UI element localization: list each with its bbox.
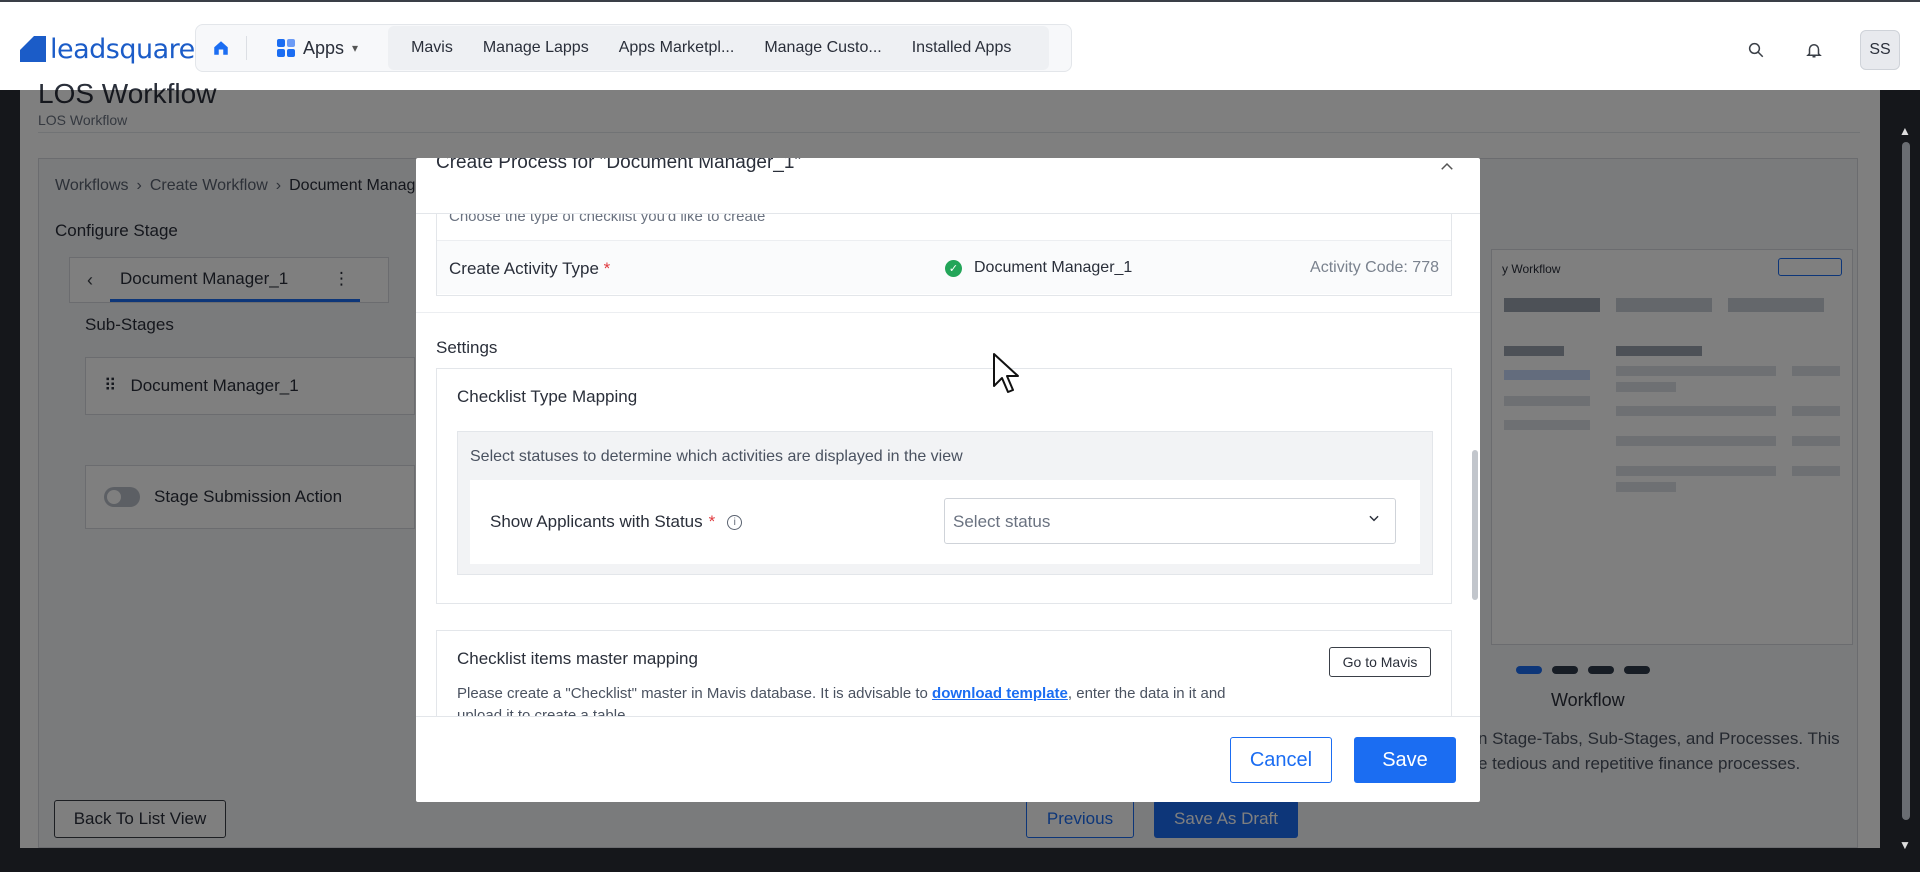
- activity-type-name: Document Manager_1: [974, 259, 1133, 276]
- status-mapping-note: Select statuses to determine which activ…: [470, 448, 963, 465]
- create-process-modal: Create Process for "Document Manager_1" …: [416, 158, 1480, 802]
- activity-code: Activity Code: 778: [1310, 259, 1439, 276]
- checklist-type-mapping-card: Checklist Type Mapping Select statuses t…: [436, 368, 1452, 604]
- info-icon[interactable]: i: [727, 514, 743, 530]
- checklist-type-card: Choose the type of checklist you'd like …: [436, 214, 1452, 296]
- apps-grid-icon: [277, 39, 295, 57]
- show-applicants-field: Show Applicants with Status * i Select st…: [470, 480, 1420, 564]
- logo-mark-icon: [20, 36, 46, 62]
- chevron-up-icon[interactable]: [1438, 158, 1456, 181]
- show-applicants-label: Show Applicants with Status * i: [490, 512, 743, 532]
- tab-apps-marketplace[interactable]: Apps Marketpl...: [604, 39, 750, 57]
- status-select-placeholder: Select status: [953, 512, 1051, 531]
- user-avatar[interactable]: SS: [1860, 30, 1900, 70]
- activity-type-row: Create Activity Type * ✓ Document Manage…: [437, 240, 1451, 294]
- tab-mavis[interactable]: Mavis: [396, 39, 468, 57]
- app-tabs: Mavis Manage Lapps Apps Marketpl... Mana…: [388, 26, 1050, 70]
- section-divider: [416, 312, 1480, 313]
- check-circle-icon: ✓: [945, 259, 962, 277]
- logo-text: leadsquared: [50, 33, 212, 65]
- top-actions: SS: [1744, 30, 1900, 70]
- activity-type-value: ✓ Document Manager_1: [945, 259, 1132, 277]
- modal-header: Create Process for "Document Manager_1": [416, 158, 1480, 214]
- search-icon[interactable]: [1744, 38, 1768, 62]
- activity-type-label: Create Activity Type *: [449, 259, 611, 278]
- page-scrollbar[interactable]: ▲ ▼: [1898, 124, 1914, 852]
- apps-label: Apps: [303, 37, 345, 58]
- mouse-cursor-icon: [993, 353, 1019, 393]
- app-navigation: Apps ▾ Mavis Manage Lapps Apps Marketpl.…: [195, 24, 1072, 72]
- modal-scrollbar[interactable]: [1472, 450, 1478, 600]
- bell-icon[interactable]: [1802, 38, 1826, 62]
- checklist-type-hint: Choose the type of checklist you'd like …: [449, 214, 766, 225]
- status-select[interactable]: Select status: [944, 498, 1396, 544]
- tab-manage-custom[interactable]: Manage Custo...: [749, 39, 896, 57]
- scroll-down-icon[interactable]: ▼: [1899, 838, 1911, 852]
- master-mapping-title: Checklist items master mapping: [457, 649, 698, 668]
- top-navigation-bar: leadsquared Apps ▾ Mavis Manage Lapps Ap…: [0, 0, 1920, 90]
- save-button[interactable]: Save: [1354, 737, 1456, 783]
- settings-heading: Settings: [436, 338, 498, 357]
- status-mapping-panel: Select statuses to determine which activ…: [457, 431, 1433, 575]
- chevron-down-icon: ▾: [352, 41, 359, 55]
- scroll-up-icon[interactable]: ▲: [1899, 124, 1911, 138]
- tab-manage-lapps[interactable]: Manage Lapps: [468, 39, 604, 57]
- apps-menu-button[interactable]: Apps ▾: [247, 25, 372, 71]
- go-to-mavis-button[interactable]: Go to Mavis: [1329, 647, 1431, 677]
- leadsquared-logo[interactable]: leadsquared: [20, 33, 212, 65]
- checklist-type-mapping-title: Checklist Type Mapping: [457, 387, 638, 406]
- scrollbar-thumb[interactable]: [1902, 142, 1910, 820]
- cancel-button[interactable]: Cancel: [1230, 737, 1332, 783]
- modal-title: Create Process for "Document Manager_1": [436, 158, 802, 173]
- checklist-master-mapping-card: Checklist items master mapping Go to Mav…: [436, 630, 1452, 716]
- master-mapping-description: Please create a "Checklist" master in Ma…: [457, 685, 1226, 716]
- modal-footer: Cancel Save: [416, 716, 1480, 802]
- modal-body: Choose the type of checklist you'd like …: [416, 214, 1480, 716]
- home-icon[interactable]: [196, 25, 246, 71]
- tab-installed-apps[interactable]: Installed Apps: [897, 39, 1027, 57]
- download-template-link[interactable]: download template: [932, 685, 1068, 702]
- chevron-down-icon: [1367, 511, 1381, 528]
